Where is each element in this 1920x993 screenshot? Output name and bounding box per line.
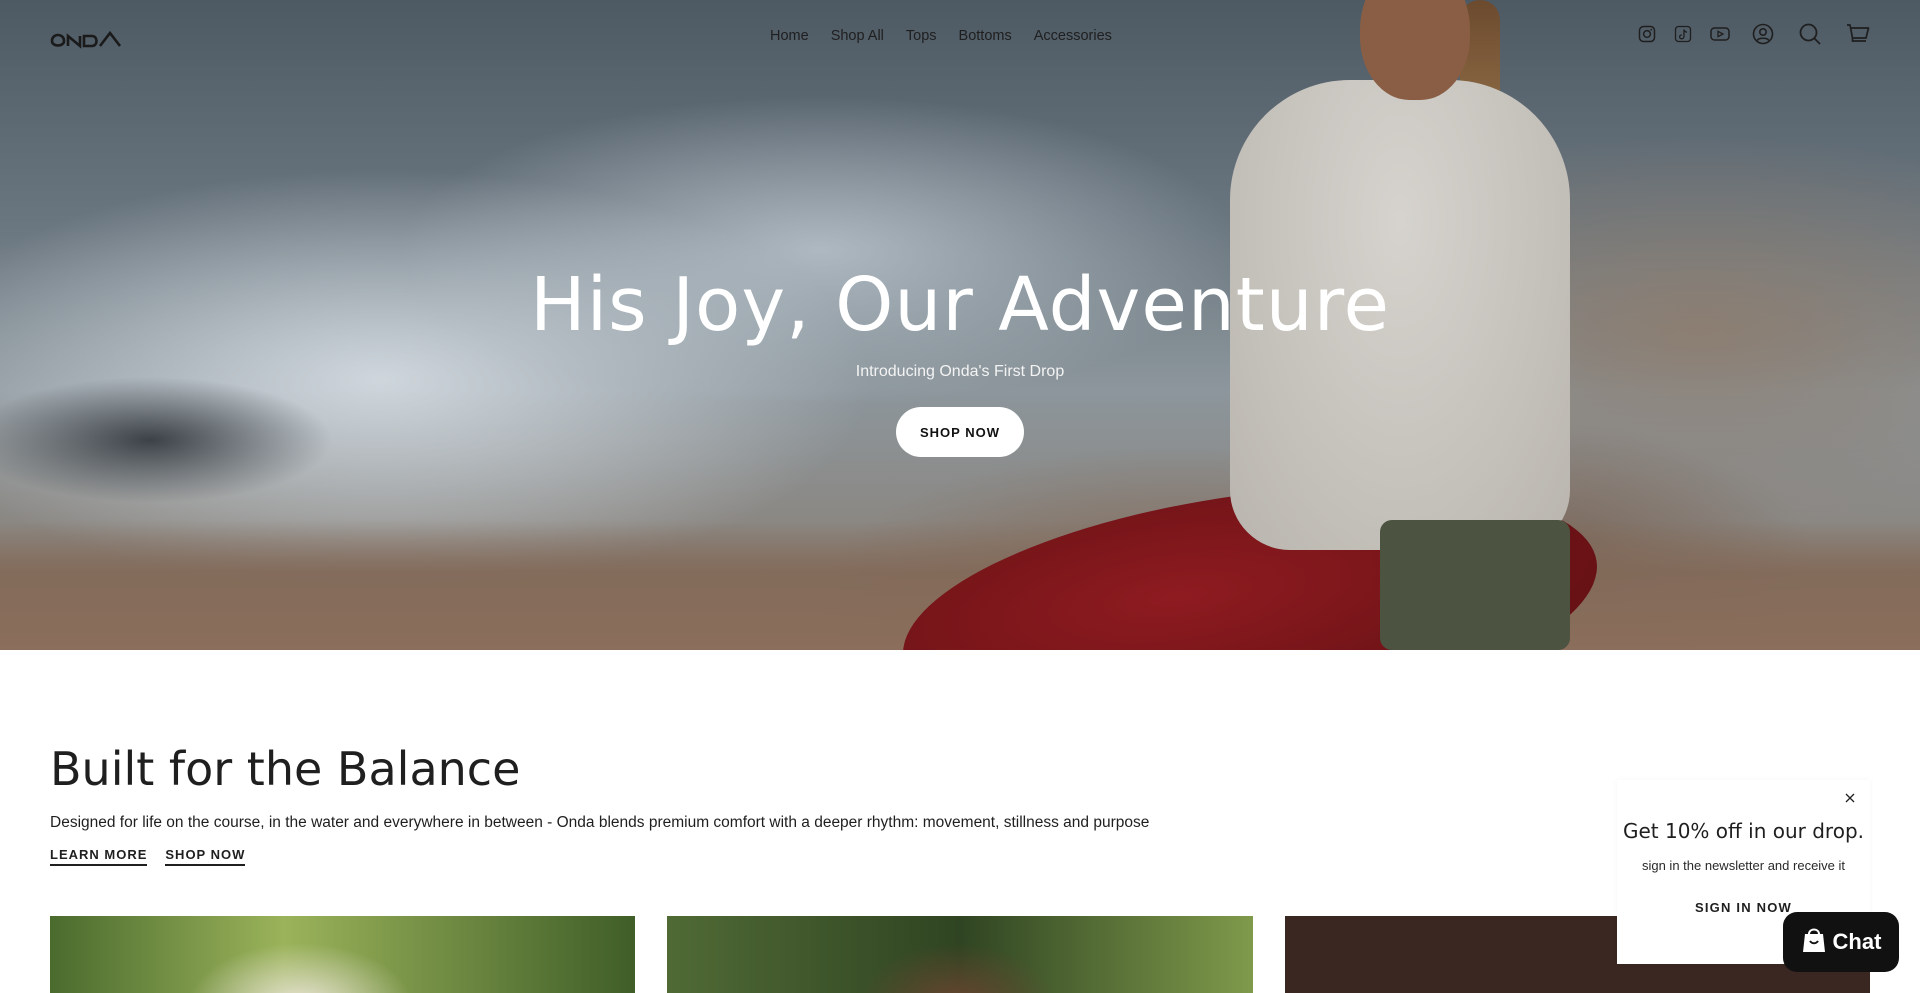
chat-label: Chat [1832,929,1882,954]
section-title: Built for the Balance [50,742,521,796]
chat-button[interactable]: Chat [1783,912,1899,972]
popup-title: Get 10% off in our drop. [1622,819,1865,843]
onda-logo-mark [50,30,122,49]
nav-shop-all[interactable]: Shop All [831,28,884,44]
hero-title: His Joy, Our Adventure [529,262,1391,348]
site-header: Home Shop All Tops Bottoms Accessories [0,0,1920,76]
hero-model-shorts [1380,520,1570,650]
account-icon[interactable] [1752,23,1774,45]
nav-tops[interactable]: Tops [906,28,937,44]
youtube-icon[interactable] [1710,26,1730,42]
nav-accessories[interactable]: Accessories [1034,28,1112,44]
chat-bag-icon [1801,926,1827,958]
close-icon[interactable] [1842,790,1858,806]
header-icons [1638,22,1870,46]
nav-bottoms[interactable]: Bottoms [959,28,1012,44]
instagram-icon[interactable] [1638,25,1656,43]
hero-banner: His Joy, Our Adventure Introducing Onda'… [0,0,1920,650]
tiktok-icon[interactable] [1674,25,1692,43]
hero-subtitle: Introducing Onda's First Drop [855,363,1065,380]
search-icon[interactable] [1798,22,1822,46]
learn-more-link[interactable]: LEARN MORE [50,847,148,866]
popup-subtitle: sign in the newsletter and receive it [1641,858,1846,873]
product-card-image-cap[interactable] [50,916,635,993]
section-links: LEARN MORE SHOP NOW [50,847,263,866]
section-shop-now-link[interactable]: SHOP NOW [165,847,246,866]
section-description: Designed for life on the course, in the … [50,814,1150,831]
onda-logo[interactable] [50,27,122,49]
cart-icon[interactable] [1846,23,1870,45]
nav-home[interactable]: Home [770,28,809,44]
product-card-image-portrait[interactable] [667,916,1253,993]
hero-shop-now-button[interactable]: SHOP NOW [896,407,1024,457]
main-nav: Home Shop All Tops Bottoms Accessories [770,28,1134,44]
